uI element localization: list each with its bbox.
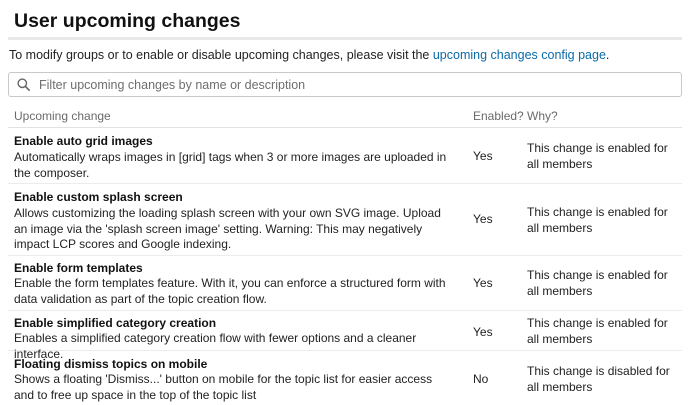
change-name: Enable form templates: [14, 261, 143, 275]
change-description: Enable the form templates feature. With …: [14, 276, 446, 306]
upcoming-changes-page: User upcoming changes To modify groups o…: [0, 0, 690, 405]
page-title: User upcoming changes: [14, 10, 241, 32]
intro-prefix: To modify groups or to enable or disable…: [9, 48, 433, 62]
change-description: Allows customizing the loading splash sc…: [14, 206, 441, 251]
table-header: Upcoming change Enabled? Why?: [8, 104, 682, 128]
change-description: Shows a floating 'Dismiss...' button on …: [14, 372, 433, 402]
change-enabled-value: Yes: [473, 325, 493, 339]
upcoming-changes-table: Upcoming change Enabled? Why? Enable aut…: [8, 104, 682, 405]
header-upcoming-change: Upcoming change: [14, 109, 111, 123]
intro-text: To modify groups or to enable or disable…: [9, 48, 609, 62]
change-name: Enable simplified category creation: [14, 316, 217, 330]
change-why: This change is enabled for all members: [527, 141, 668, 171]
search-icon: [17, 78, 30, 91]
change-description: Automatically wraps images in [grid] tag…: [14, 150, 447, 180]
change-why: This change is enabled for all members: [527, 205, 668, 235]
table-row: Enable auto grid images Automatically wr…: [8, 128, 682, 184]
change-why: This change is enabled for all members: [527, 316, 668, 346]
change-enabled-value: Yes: [473, 212, 493, 226]
filter-input[interactable]: [39, 77, 659, 92]
change-enabled-value: No: [473, 372, 489, 386]
change-why: This change is disabled for all members: [527, 364, 670, 394]
change-name: Enable auto grid images: [14, 134, 153, 148]
intro-suffix: .: [605, 48, 610, 62]
change-name: Floating dismiss topics on mobile: [14, 357, 208, 371]
change-enabled-value: Yes: [473, 149, 493, 163]
header-enabled: Enabled?: [473, 109, 524, 123]
title-divider: [8, 37, 682, 40]
table-row: Enable custom splash screen Allows custo…: [8, 184, 682, 256]
config-page-link[interactable]: upcoming changes config page: [433, 48, 606, 62]
table-row: Enable form templates Enable the form te…: [8, 256, 682, 311]
change-enabled-value: Yes: [473, 276, 493, 290]
table-row: Floating dismiss topics on mobile Shows …: [8, 351, 682, 405]
change-name: Enable custom splash screen: [14, 190, 183, 204]
change-why: This change is enabled for all members: [527, 268, 668, 298]
filter-box[interactable]: [8, 72, 682, 97]
header-why: Why?: [527, 109, 558, 123]
table-row: Enable simplified category creation Enab…: [8, 311, 682, 361]
